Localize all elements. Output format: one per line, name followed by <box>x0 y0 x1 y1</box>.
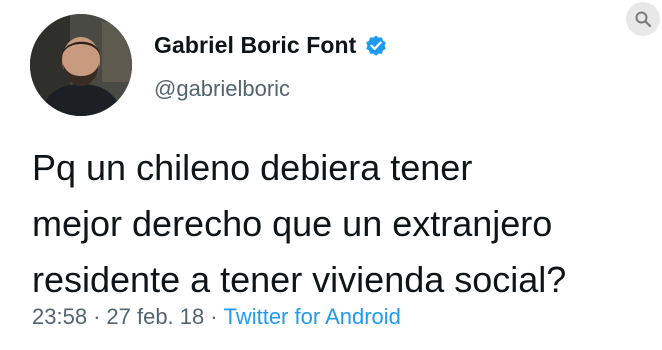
tweet-time[interactable]: 23:58 <box>32 304 87 330</box>
tweet-card: Gabriel Boric Font @gabrielboric Pq un c… <box>0 0 662 350</box>
tweet-text: Pq un chileno debiera tener mejor derech… <box>32 147 567 300</box>
tweet-source-link[interactable]: Twitter for Android <box>224 304 401 330</box>
image-search-icon[interactable] <box>626 2 660 36</box>
tweet-meta: 23:58 · 27 feb. 18 · Twitter for Android <box>32 304 401 330</box>
avatar[interactable] <box>30 14 132 116</box>
verified-badge-icon <box>364 34 388 58</box>
display-name[interactable]: Gabriel Boric Font <box>154 32 356 59</box>
name-row: Gabriel Boric Font <box>154 32 388 59</box>
tweet-date[interactable]: 27 feb. 18 <box>106 304 204 330</box>
meta-separator: · <box>93 304 101 329</box>
user-handle[interactable]: @gabrielboric <box>154 76 290 102</box>
meta-separator: · <box>210 304 218 329</box>
